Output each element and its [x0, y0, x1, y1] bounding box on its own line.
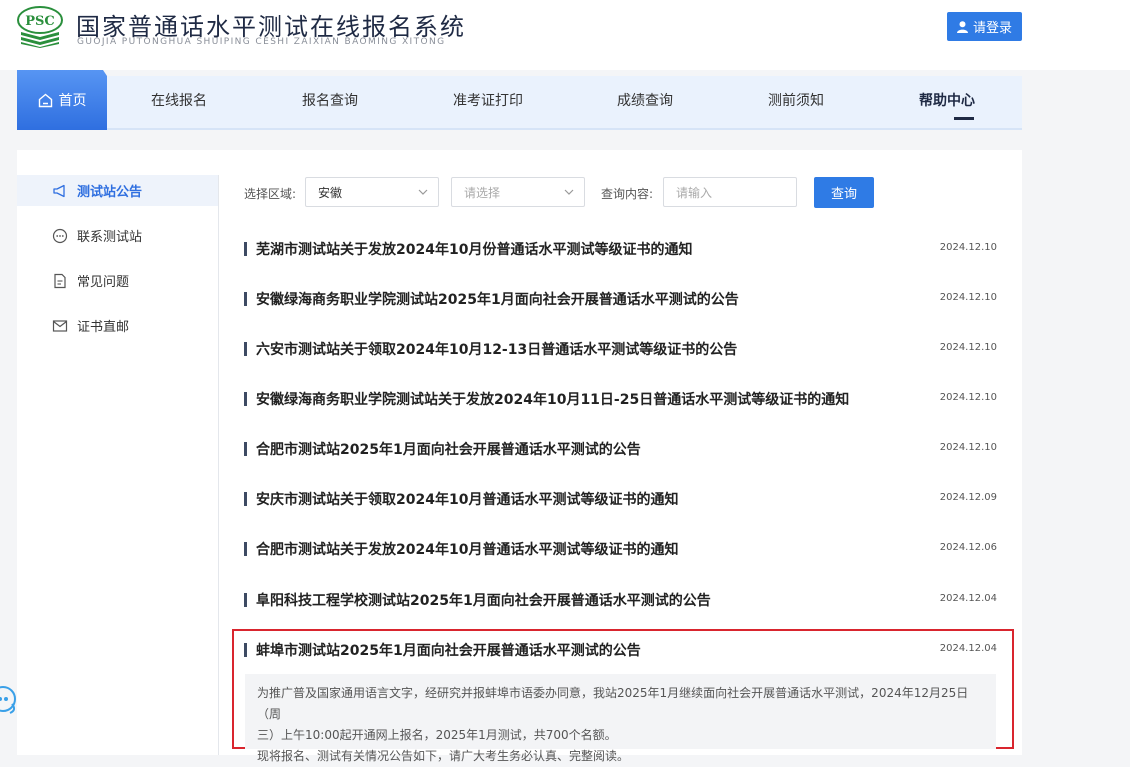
notice-item[interactable]: 安徽绿海商务职业学院测试站2025年1月面向社会开展普通话水平测试的公告 202… — [244, 285, 997, 313]
notice-bullet — [244, 292, 247, 306]
chat-bubble-icon — [52, 228, 68, 244]
nav-online-registration[interactable]: 在线报名 — [151, 76, 207, 128]
nav-registration-query[interactable]: 报名查询 — [302, 76, 358, 128]
sidebar-item-label: 证书直邮 — [77, 320, 130, 335]
nav-help-center[interactable]: 帮助中心 — [919, 76, 975, 128]
notice-bullet — [244, 392, 247, 406]
query-input[interactable]: 请输入 — [663, 177, 797, 207]
excerpt-line: 为推广普及国家通用语言文字，经研究并报蚌埠市语委办同意，我站2025年1月继续面… — [257, 686, 969, 721]
notice-date: 2024.12.10 — [939, 392, 997, 403]
sub-region-select[interactable]: 请选择 — [451, 177, 585, 207]
sidebar-item-label: 常见问题 — [77, 275, 130, 290]
notice-title[interactable]: 安徽绿海商务职业学院测试站关于发放2024年10月11日-25日普通话水平测试等… — [256, 389, 849, 409]
notice-date: 2024.12.04 — [939, 643, 997, 654]
notice-title[interactable]: 六安市测试站关于领取2024年10月12-13日普通话水平测试等级证书的公告 — [256, 339, 737, 359]
notice-item[interactable]: 六安市测试站关于领取2024年10月12-13日普通话水平测试等级证书的公告 2… — [244, 335, 997, 363]
notice-date: 2024.12.10 — [939, 242, 997, 253]
notice-item[interactable]: 蚌埠市测试站2025年1月面向社会开展普通话水平测试的公告 2024.12.04 — [244, 636, 997, 664]
sub-region-placeholder: 请选择 — [464, 185, 501, 200]
notice-bullet — [244, 542, 247, 556]
sidebar-item-label: 联系测试站 — [77, 230, 143, 245]
region-select[interactable]: 安徽 — [305, 177, 439, 207]
sidebar-item-faq[interactable]: 常见问题 — [17, 265, 218, 296]
notice-item[interactable]: 阜阳科技工程学校测试站2025年1月面向社会开展普通话水平测试的公告 2024.… — [244, 586, 997, 614]
user-icon — [956, 20, 968, 33]
notice-item[interactable]: 芜湖市测试站关于发放2024年10月份普通话水平测试等级证书的通知 2024.1… — [244, 235, 997, 263]
sidebar: 测试站公告 联系测试站 常见问题 证书直邮 — [17, 175, 218, 355]
sidebar-item-announcements[interactable]: 测试站公告 — [17, 175, 218, 206]
home-icon — [38, 93, 52, 107]
excerpt-line: 三）上午10:00起开通网上报名，2025年1月测试，共700个名额。 — [257, 728, 617, 742]
region-select-value: 安徽 — [318, 185, 343, 200]
notice-title[interactable]: 安庆市测试站关于领取2024年10月普通话水平测试等级证书的通知 — [256, 489, 678, 509]
notice-item[interactable]: 安庆市测试站关于领取2024年10月普通话水平测试等级证书的通知 2024.12… — [244, 485, 997, 513]
site-header: PSC 国家普通话水平测试在线报名系统 GUOJIA PUTONGHUA SHU… — [0, 0, 1130, 70]
site-subtitle: GUOJIA PUTONGHUA SHUIPING CESHI ZAIXIAN … — [77, 37, 446, 47]
sidebar-item-label: 测试站公告 — [77, 185, 143, 200]
notice-date: 2024.12.10 — [939, 292, 997, 303]
notice-date: 2024.12.10 — [939, 342, 997, 353]
notice-bullet — [244, 492, 247, 506]
psc-logo[interactable]: PSC — [17, 6, 63, 48]
notice-date: 2024.12.10 — [939, 442, 997, 453]
notice-date: 2024.12.06 — [939, 542, 997, 553]
notice-bullet — [244, 593, 247, 607]
megaphone-icon — [53, 184, 65, 198]
notice-excerpt: 为推广普及国家通用语言文字，经研究并报蚌埠市语委办同意，我站2025年1月继续面… — [245, 674, 996, 763]
chevron-down-icon — [564, 189, 574, 195]
query-button[interactable]: 查询 — [814, 177, 874, 208]
notice-bullet — [244, 342, 247, 356]
notice-title[interactable]: 安徽绿海商务职业学院测试站2025年1月面向社会开展普通话水平测试的公告 — [256, 289, 739, 309]
nav-admission-ticket[interactable]: 准考证打印 — [453, 76, 523, 128]
login-button[interactable]: 请登录 — [947, 12, 1022, 41]
notice-item[interactable]: 合肥市测试站关于发放2024年10月普通话水平测试等级证书的通知 2024.12… — [244, 535, 997, 563]
notice-bullet — [244, 442, 247, 456]
notice-title[interactable]: 合肥市测试站关于发放2024年10月普通话水平测试等级证书的通知 — [256, 539, 678, 559]
document-icon — [54, 273, 66, 289]
notice-title[interactable]: 合肥市测试站2025年1月面向社会开展普通话水平测试的公告 — [256, 439, 641, 459]
main-nav: 首页 在线报名 报名查询 准考证打印 成绩查询 测前须知 帮助中心 — [17, 70, 1022, 130]
nav-home-label: 首页 — [58, 93, 87, 109]
region-label: 选择区域: — [244, 187, 297, 201]
notice-item[interactable]: 安徽绿海商务职业学院测试站关于发放2024年10月11日-25日普通话水平测试等… — [244, 385, 997, 413]
sidebar-item-certificate-mail[interactable]: 证书直邮 — [17, 310, 218, 341]
sidebar-item-contact[interactable]: 联系测试站 — [17, 220, 218, 251]
notice-title[interactable]: 芜湖市测试站关于发放2024年10月份普通话水平测试等级证书的通知 — [256, 239, 692, 259]
query-label: 查询内容: — [601, 187, 654, 201]
content-panel: 测试站公告 联系测试站 常见问题 证书直邮 选择区域: 安徽 请选择 查询内容:… — [17, 150, 1022, 763]
nav-active-indicator — [954, 117, 974, 120]
chevron-down-icon — [418, 189, 428, 195]
svg-text:PSC: PSC — [25, 14, 55, 29]
notice-bullet — [244, 643, 247, 657]
notice-title[interactable]: 阜阳科技工程学校测试站2025年1月面向社会开展普通话水平测试的公告 — [256, 590, 711, 610]
mail-icon — [52, 320, 68, 332]
notice-title[interactable]: 蚌埠市测试站2025年1月面向社会开展普通话水平测试的公告 — [256, 640, 641, 660]
query-input-placeholder: 请输入 — [676, 185, 713, 200]
excerpt-line: 现将报名、测试有关情况公告如下，请广大考生务必认真、完整阅读。 — [257, 749, 630, 763]
notice-item[interactable]: 合肥市测试站2025年1月面向社会开展普通话水平测试的公告 2024.12.10 — [244, 435, 997, 463]
customer-service-icon[interactable] — [0, 684, 20, 718]
notice-date: 2024.12.09 — [939, 492, 997, 503]
nav-score-query[interactable]: 成绩查询 — [617, 76, 673, 128]
nav-home[interactable]: 首页 — [17, 70, 107, 130]
nav-pre-test-notes[interactable]: 测前须知 — [768, 76, 824, 128]
sidebar-divider — [218, 175, 219, 755]
login-label: 请登录 — [972, 21, 1012, 36]
notice-date: 2024.12.04 — [939, 593, 997, 604]
notice-bullet — [244, 242, 247, 256]
